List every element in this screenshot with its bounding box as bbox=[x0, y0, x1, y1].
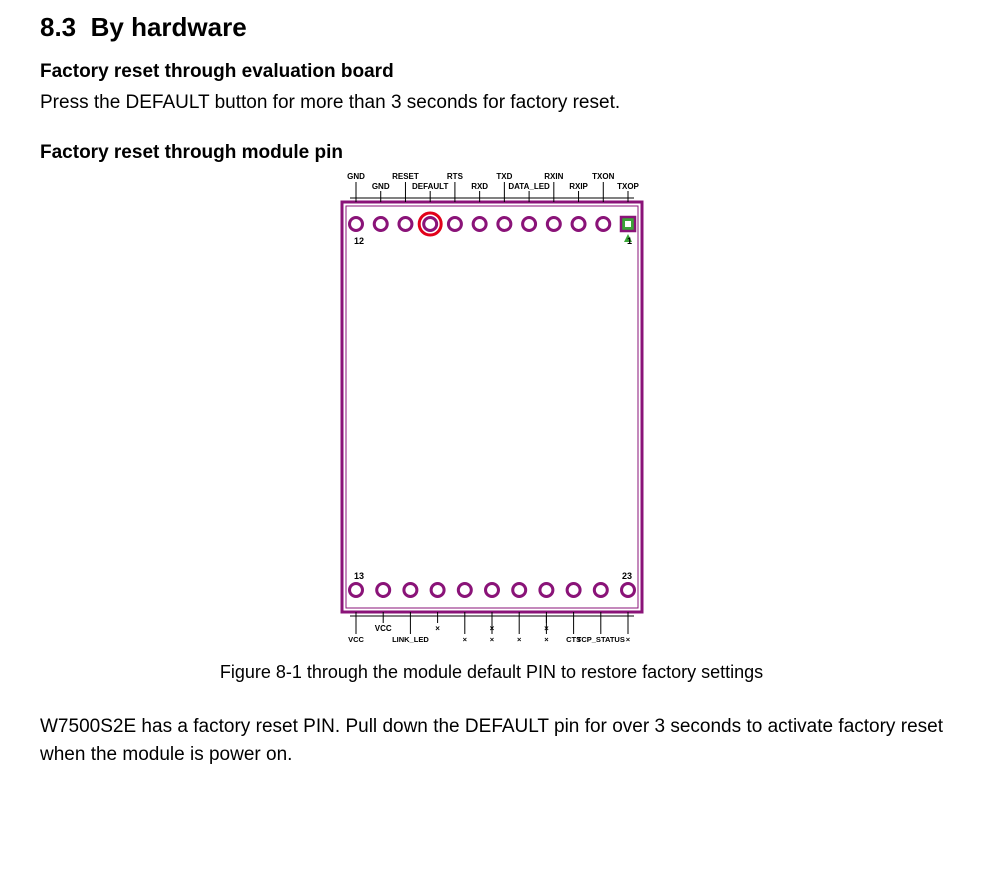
svg-text:GND: GND bbox=[347, 172, 365, 181]
final-paragraph: W7500S2E has a factory reset PIN. Pull d… bbox=[40, 713, 943, 770]
svg-text:LINK_LED: LINK_LED bbox=[392, 635, 429, 644]
svg-text:GND: GND bbox=[371, 182, 389, 191]
svg-text:13: 13 bbox=[354, 571, 364, 581]
subsection-1-body: Press the DEFAULT button for more than 3… bbox=[40, 89, 943, 118]
svg-text:RESET: RESET bbox=[392, 172, 419, 181]
section-heading: 8.3 By hardware bbox=[40, 12, 943, 43]
subsection-2-title: Factory reset through module pin bbox=[40, 142, 943, 164]
svg-text:×: × bbox=[517, 635, 522, 644]
svg-text:×: × bbox=[462, 635, 467, 644]
svg-text:23: 23 bbox=[621, 571, 631, 581]
svg-text:×: × bbox=[625, 635, 630, 644]
figure-caption: Figure 8-1 through the module default PI… bbox=[220, 662, 763, 683]
svg-text:TXD: TXD bbox=[496, 172, 512, 181]
subsection-1-title: Factory reset through evaluation board bbox=[40, 61, 943, 83]
svg-text:RTS: RTS bbox=[446, 172, 463, 181]
svg-text:×: × bbox=[544, 635, 549, 644]
svg-text:DEFAULT: DEFAULT bbox=[412, 182, 448, 191]
svg-text:1: 1 bbox=[626, 236, 631, 246]
svg-text:VCC: VCC bbox=[374, 624, 391, 633]
svg-text:RXIP: RXIP bbox=[569, 182, 588, 191]
svg-text:VCC: VCC bbox=[348, 635, 364, 644]
figure-container: 121GNDRESETRTSTXDRXINTXONGNDDEFAULTRXDDA… bbox=[40, 170, 943, 683]
svg-text:×: × bbox=[489, 635, 494, 644]
svg-text:×: × bbox=[435, 624, 440, 633]
module-pinout-diagram: 121GNDRESETRTSTXDRXINTXONGNDDEFAULTRXDDA… bbox=[322, 170, 662, 650]
svg-text:RXD: RXD bbox=[471, 182, 488, 191]
svg-text:DATA_LED: DATA_LED bbox=[508, 182, 550, 191]
section-number: 8.3 bbox=[40, 12, 76, 42]
svg-text:TXON: TXON bbox=[592, 172, 614, 181]
svg-text:TCP_STATUS: TCP_STATUS bbox=[576, 635, 624, 644]
svg-text:RXIN: RXIN bbox=[544, 172, 563, 181]
svg-text:TXOP: TXOP bbox=[617, 182, 639, 191]
svg-text:12: 12 bbox=[354, 236, 364, 246]
section-title-text: By hardware bbox=[91, 12, 247, 42]
